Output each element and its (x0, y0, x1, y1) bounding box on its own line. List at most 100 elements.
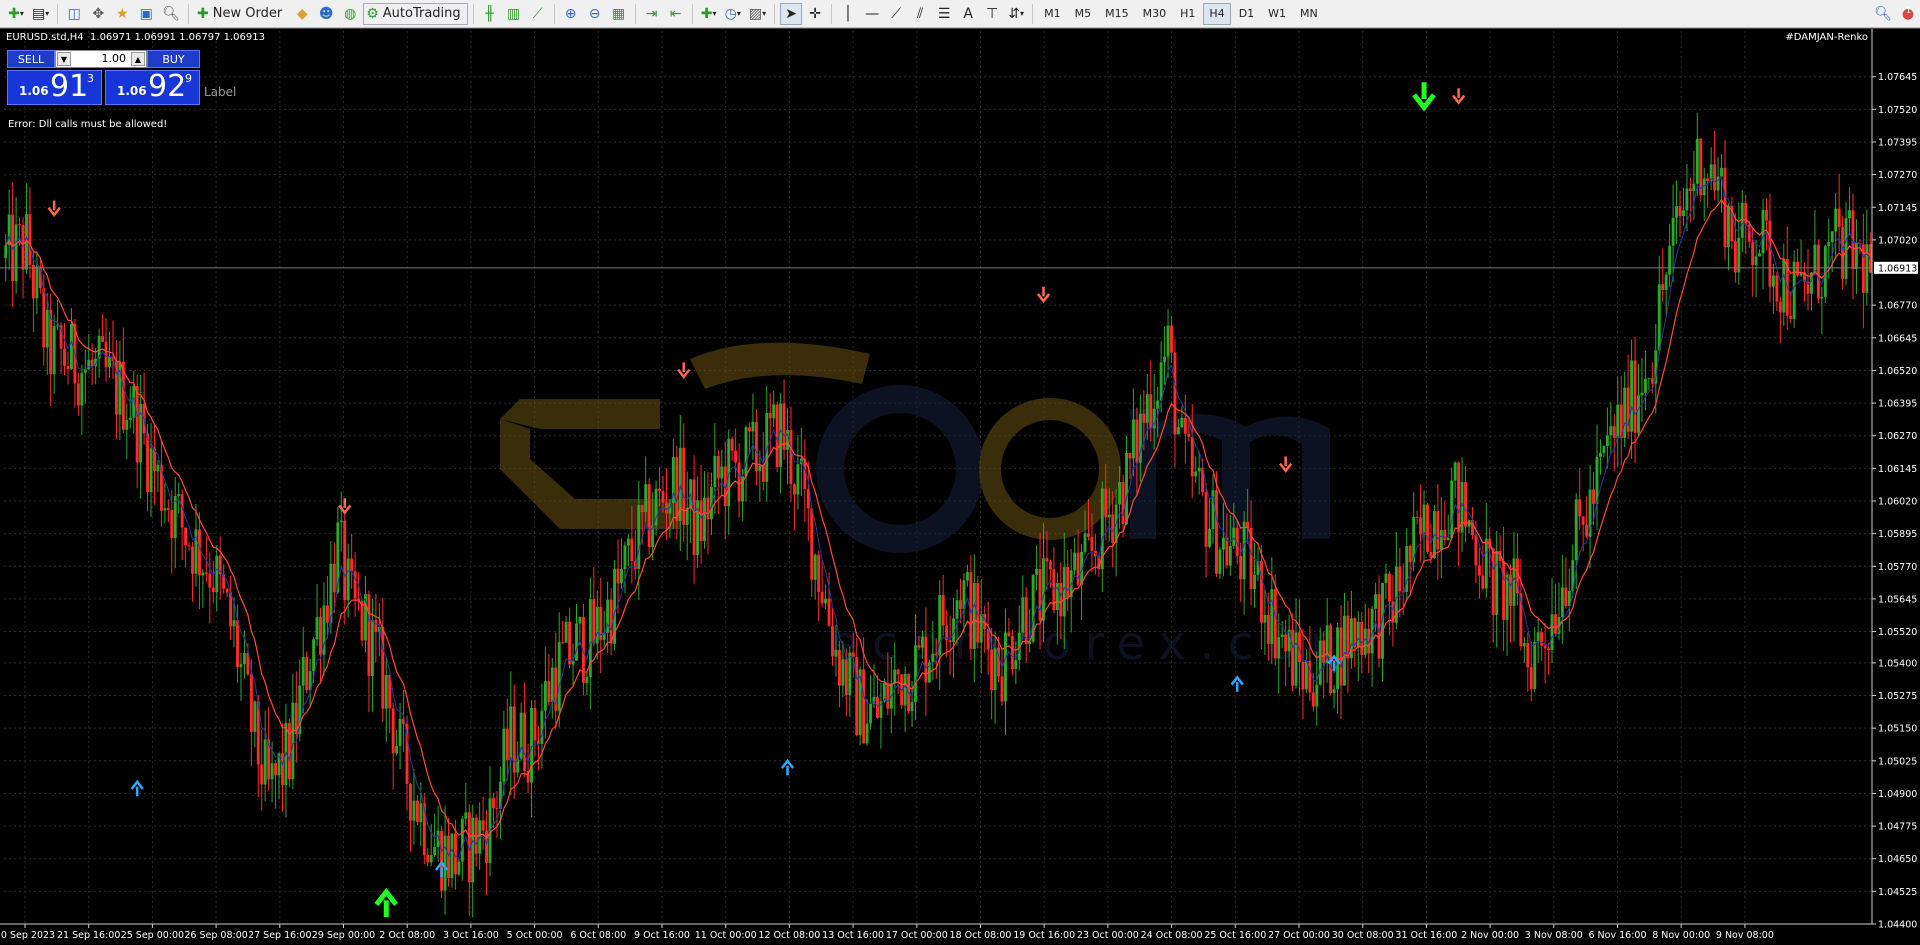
sell-button[interactable]: SELL (7, 50, 55, 68)
chart-window[interactable]: ecomforex.com 1.07645 1.07520 1.07395 1.072… (0, 28, 1920, 945)
candle-body (1720, 167, 1723, 177)
notifications-button[interactable]: ● 1 (1897, 3, 1919, 25)
zoom-out-button[interactable]: ⊖ (584, 3, 606, 25)
new-order-icon: ✚ (197, 5, 209, 22)
candlestick-button[interactable]: ▥ (503, 3, 525, 25)
candle-body (1450, 480, 1454, 538)
candle-body (274, 763, 278, 776)
candle-body (495, 808, 499, 810)
autotrading-button[interactable]: ⚙ AutoTrading (363, 2, 468, 25)
metaeditor-button[interactable]: ◆ (291, 3, 313, 25)
cursor-button[interactable]: ➤ (780, 2, 803, 25)
timeframe-m1[interactable]: M1 (1038, 3, 1067, 25)
periods-button[interactable]: ◷ ▾ (722, 3, 744, 25)
navigator-icon: ✥ (92, 5, 105, 22)
candle-body (460, 818, 464, 862)
candle-body (367, 594, 371, 677)
candle-body (1564, 587, 1568, 607)
candle-body (744, 427, 748, 477)
down-signal-arrow-icon (47, 200, 61, 217)
candle-body (52, 326, 56, 375)
tile-windows-button[interactable]: ▦ (608, 3, 630, 25)
signals-button[interactable]: ☻ (315, 3, 337, 25)
candle-body (1585, 524, 1589, 537)
auto-scroll-button[interactable]: ⇥ (641, 3, 663, 25)
buy-button[interactable]: BUY (147, 50, 200, 68)
candle-body (1284, 634, 1288, 652)
timeframe-m15[interactable]: M15 (1099, 3, 1135, 25)
candle-body (748, 427, 751, 432)
horizontal-line-button[interactable]: — (861, 3, 883, 25)
templates-button[interactable]: ▨ ▾ (746, 3, 769, 25)
candle-body (135, 386, 139, 463)
line-chart-button[interactable]: ⟋ (527, 3, 549, 25)
candle-body (557, 642, 561, 711)
price-tick-label: 1.04400 (1878, 920, 1917, 931)
vertical-line-button[interactable]: │ (837, 3, 859, 25)
candle-body (1547, 648, 1551, 651)
channel-icon: ⫽ (917, 5, 924, 22)
candle-body (485, 830, 489, 864)
timeframe-mn[interactable]: MN (1294, 3, 1324, 25)
candle-body (1280, 634, 1284, 638)
text-button[interactable]: A (957, 3, 979, 25)
cursor-icon: ➤ (785, 5, 797, 22)
candle-body (1464, 482, 1467, 527)
candle-body (1820, 296, 1824, 299)
bar-chart-icon: ╫ (485, 5, 494, 22)
candle-body (45, 310, 49, 348)
candle-body (18, 224, 22, 226)
candle-body (1560, 587, 1564, 617)
up-signal-arrow-icon (130, 779, 144, 797)
arrows-button[interactable]: ⇵ ▾ (1005, 3, 1027, 25)
terminal-button[interactable]: ▣ (135, 3, 157, 25)
strategy-tester-button[interactable]: 🔍︎ (159, 3, 183, 25)
channel-button[interactable]: ⫽ (909, 3, 931, 25)
trendline-button[interactable]: ⟋ (885, 3, 907, 25)
navigator-button[interactable]: ✥ (87, 3, 109, 25)
timeframe-h4[interactable]: H4 (1203, 2, 1231, 25)
favorites-button[interactable]: ★ (111, 3, 133, 25)
candle-body (1789, 315, 1793, 319)
price-chart[interactable]: ecomforex.com 1.07645 1.07520 1.07395 1.072… (0, 29, 1920, 945)
lot-size-input[interactable]: ▼ 1.00 ▲ (55, 50, 147, 68)
timeframe-d1[interactable]: D1 (1233, 3, 1260, 25)
candle-body (682, 447, 686, 525)
candle-body (66, 366, 70, 370)
search-button[interactable]: 🔍︎ (1871, 3, 1895, 25)
text-label-button[interactable]: ⊤ (981, 3, 1003, 25)
indicators-button[interactable]: ✚ ▾ (698, 3, 720, 25)
market-watch-button[interactable]: ◫ (63, 3, 85, 25)
candle-body (820, 591, 824, 604)
market-button[interactable]: ◍ (339, 3, 361, 25)
zoom-in-button[interactable]: ⊕ (560, 3, 582, 25)
chart-shift-button[interactable]: ⇤ (665, 3, 687, 25)
time-tick-label: 13 Oct 16:00 (822, 930, 884, 941)
candle-body (661, 491, 665, 503)
timeframe-m5[interactable]: M5 (1069, 3, 1098, 25)
timeframe-m30[interactable]: M30 (1137, 3, 1173, 25)
sell-price-box[interactable]: 1.06 91 3 (7, 69, 102, 105)
new-order-button[interactable]: ✚ New Order (194, 3, 289, 25)
candle-body (1311, 692, 1315, 707)
fibonacci-button[interactable]: ☰ (933, 3, 955, 25)
price-tick-label: 1.06395 (1878, 399, 1917, 410)
market-icon: ◍ (344, 5, 357, 22)
big-down-signal-arrow-icon (1412, 82, 1436, 112)
candle-body (253, 701, 257, 732)
timeframe-w1[interactable]: W1 (1262, 3, 1292, 25)
main-toolbar: ✚ ▾ ▤ ▾ ◫ ✥ ★ ▣ 🔍︎ ✚ New Order ◆ ☻ ◍ ⚙ AutoT… (0, 0, 1920, 28)
lot-increase-button[interactable]: ▲ (131, 52, 145, 66)
lot-decrease-button[interactable]: ▼ (57, 52, 71, 66)
new-chart-button[interactable]: ✚ ▾ (5, 3, 27, 25)
candle-body (1664, 274, 1668, 291)
timeframe-h1[interactable]: H1 (1174, 3, 1201, 25)
candle-body (716, 455, 720, 479)
bar-chart-button[interactable]: ╫ (479, 3, 501, 25)
candle-body (1142, 413, 1146, 423)
down-signal-arrow-icon (1452, 88, 1466, 105)
profiles-button[interactable]: ▤ ▾ (29, 3, 52, 25)
crosshair-button[interactable]: ✛ (804, 3, 826, 25)
sell-price-sup: 3 (87, 72, 94, 85)
buy-price-box[interactable]: 1.06 92 9 (105, 69, 200, 105)
